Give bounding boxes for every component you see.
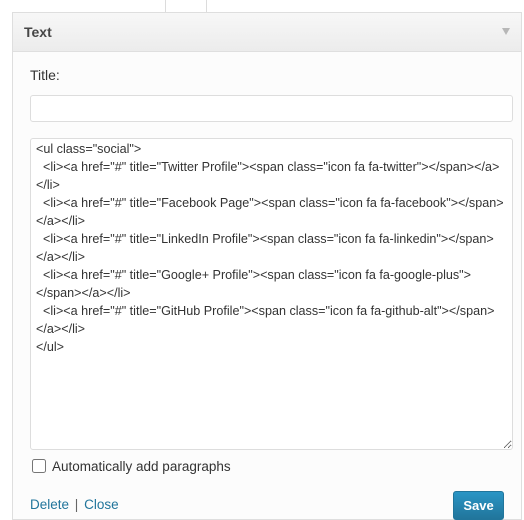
auto-paragraphs-label[interactable]: Automatically add paragraphs: [52, 459, 231, 474]
widget-header[interactable]: Text: [13, 13, 521, 52]
title-label: Title:: [30, 67, 60, 83]
content-textarea[interactable]: <ul class="social"> <li><a href="#" titl…: [30, 138, 513, 450]
background-divider: [206, 0, 207, 12]
auto-paragraphs-row: Automatically add paragraphs: [30, 457, 231, 475]
delete-link[interactable]: Delete: [30, 497, 69, 512]
widget-title: Text: [24, 24, 52, 40]
title-input[interactable]: [30, 95, 513, 122]
text-widget: Text Title: <ul class="social"> <li><a h…: [12, 12, 522, 520]
auto-paragraphs-checkbox[interactable]: [32, 459, 46, 473]
save-button[interactable]: Save: [453, 491, 504, 520]
widget-body: Title: <ul class="social"> <li><a href="…: [13, 52, 521, 520]
close-link[interactable]: Close: [84, 497, 119, 512]
triangle-down-icon[interactable]: [502, 28, 510, 35]
link-separator: |: [74, 497, 79, 512]
widget-control-actions: Delete | Close: [30, 497, 119, 512]
background-divider: [165, 0, 166, 12]
